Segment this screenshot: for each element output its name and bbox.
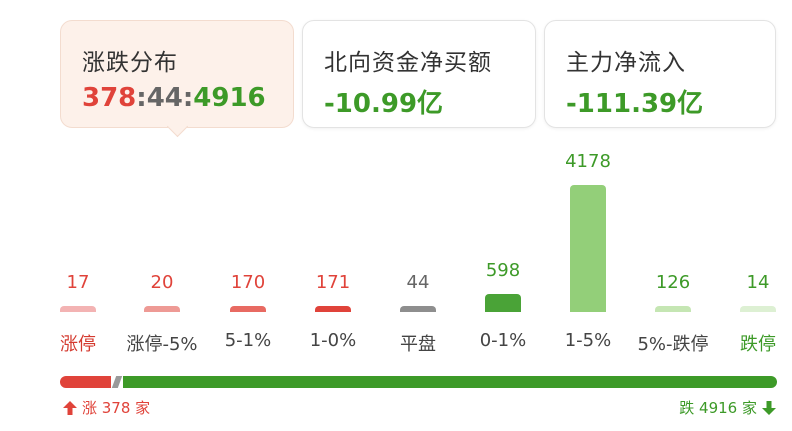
column-bar [60,306,96,312]
rise-summary: 涨 378 家 [62,397,150,418]
rise-segment [60,376,111,388]
column-label: 5%-跌停 [637,334,709,355]
column-label: 跌停 [740,334,776,355]
column-label: 涨停-5% [126,334,198,355]
column-label: 1-5% [564,330,612,351]
column-bar [230,306,266,312]
column-label: 涨停 [60,334,96,355]
column-bar [570,185,606,312]
rise-fall-ratio-bar [60,376,777,388]
column-label: 5-1% [224,330,272,351]
column-bar [400,306,436,312]
column-bar [485,294,521,312]
distribution-column[interactable]: 17 涨停 [38,0,118,360]
arrow-down-icon [762,400,776,415]
distribution-column[interactable]: 4178 1-5% [548,0,628,360]
column-label: 平盘 [400,334,436,355]
column-count: 44 [406,272,430,293]
rise-summary-text: 涨 378 家 [82,399,151,417]
column-count: 4178 [565,151,611,172]
column-label: 0-1% [479,330,527,351]
flat-segment [111,376,123,388]
distribution-column[interactable]: 20 涨停-5% [122,0,202,360]
fall-segment [123,376,777,388]
column-bar [740,306,776,312]
column-count: 17 [66,272,90,293]
distribution-column[interactable]: 170 5-1% [208,0,288,360]
distribution-column[interactable]: 44 平盘 [378,0,458,360]
column-count: 598 [485,260,521,281]
distribution-column[interactable]: 598 0-1% [463,0,543,360]
column-count: 171 [315,272,351,293]
column-bar [315,306,351,312]
fall-summary-text: 跌 4916 家 [679,399,757,417]
fall-summary: 跌 4916 家 [679,397,777,418]
column-count: 126 [655,272,691,293]
distribution-column[interactable]: 14 跌停 [718,0,792,360]
column-label: 1-0% [309,330,357,351]
column-count: 14 [746,272,770,293]
column-count: 20 [150,272,174,293]
arrow-up-icon [63,400,77,415]
distribution-column[interactable]: 126 5%-跌停 [633,0,713,360]
distribution-column[interactable]: 171 1-0% [293,0,373,360]
column-bar [655,306,691,312]
column-bar [144,306,180,312]
column-count: 170 [230,272,266,293]
